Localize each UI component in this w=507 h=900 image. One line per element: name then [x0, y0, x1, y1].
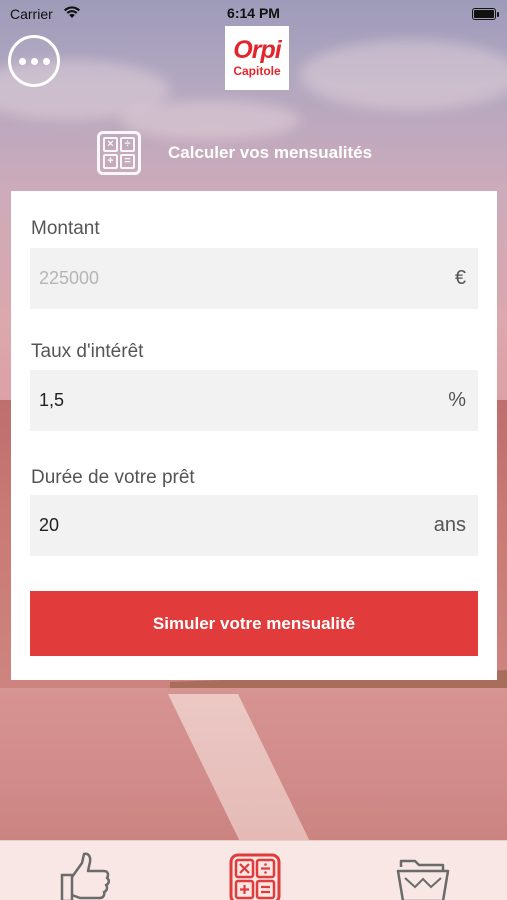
- more-horizontal-icon: [18, 57, 26, 65]
- more-menu-button[interactable]: [8, 35, 60, 87]
- page-header: × ÷ + = Calculer vos mensualités: [97, 130, 372, 176]
- tab-documents[interactable]: [395, 851, 451, 900]
- rate-label: Taux d'intérêt: [31, 341, 144, 362]
- amount-input[interactable]: [30, 248, 410, 309]
- rate-input[interactable]: [30, 370, 410, 431]
- tab-calculator[interactable]: [227, 851, 283, 900]
- simulate-button[interactable]: Simuler votre mensualité: [30, 591, 478, 656]
- amount-label: Montant: [31, 218, 100, 239]
- calculator-icon: [229, 853, 281, 900]
- thumbs-up-icon: [60, 852, 111, 900]
- duration-label: Durée de votre prêt: [31, 467, 195, 488]
- logo-brand: Orpi: [233, 36, 281, 64]
- amount-field: €: [30, 248, 478, 309]
- duration-input[interactable]: [30, 495, 410, 556]
- logo-agency: Capitole: [233, 64, 281, 78]
- page-title: Calculer vos mensualités: [168, 143, 373, 162]
- euro-unit: €: [454, 267, 466, 289]
- years-unit: ans: [433, 514, 466, 536]
- rate-field: %: [30, 370, 478, 431]
- clock: 6:14 PM: [227, 5, 280, 21]
- percent-unit: %: [448, 389, 466, 411]
- orpi-logo: Orpi Capitole: [225, 26, 289, 90]
- tab-bar: [0, 840, 507, 900]
- status-bar: Carrier 6:14 PM: [0, 0, 507, 28]
- calculator-icon: × ÷ + =: [97, 131, 141, 175]
- loan-form-card: Montant € Taux d'intérêt % Durée de votr…: [11, 191, 497, 680]
- folder-icon: [396, 859, 450, 900]
- battery-icon: [472, 8, 499, 20]
- tab-favorites[interactable]: [58, 851, 114, 900]
- duration-field: ans: [30, 495, 478, 556]
